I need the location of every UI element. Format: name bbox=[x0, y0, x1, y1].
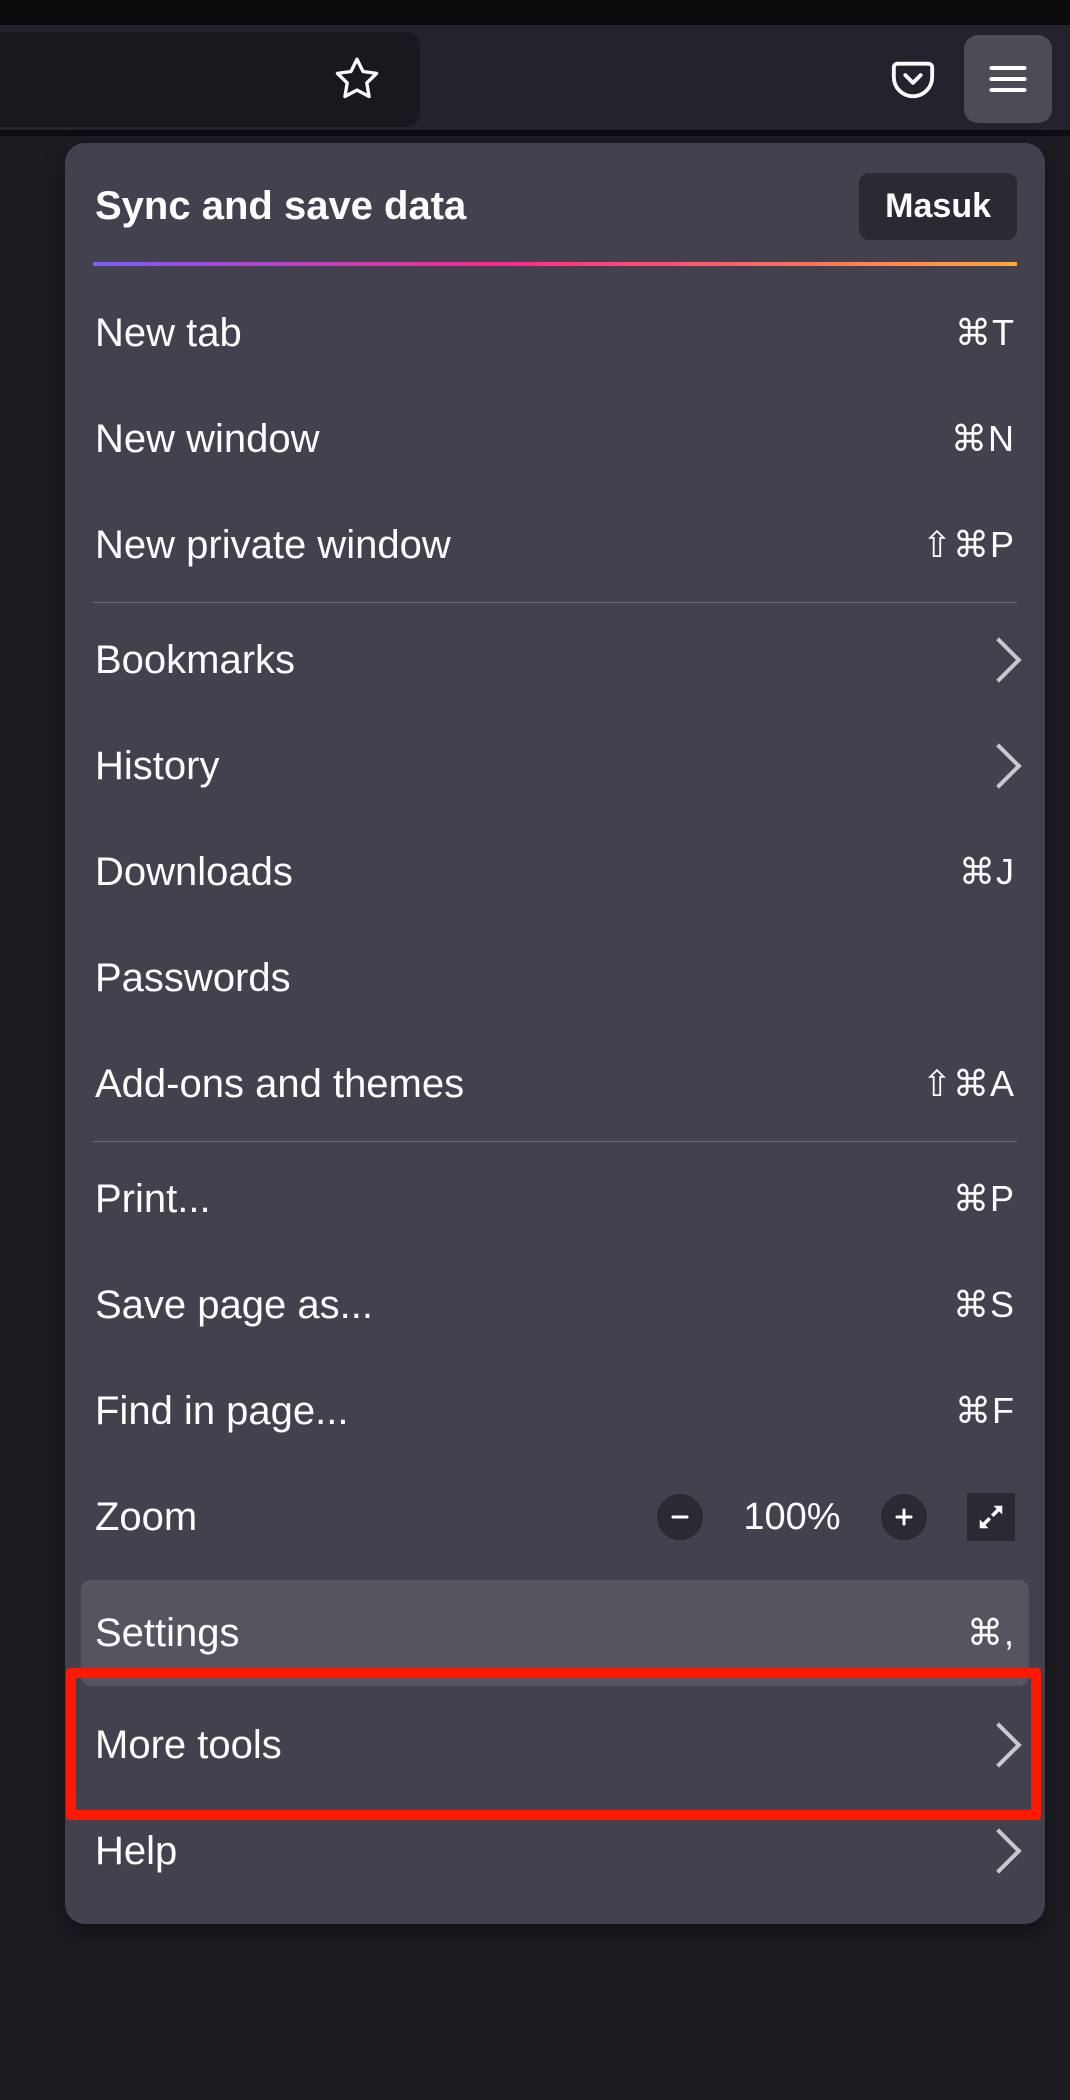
menu-item-new-private-window[interactable]: New private window ⇧⌘P bbox=[65, 492, 1045, 598]
menu-item-label: Passwords bbox=[95, 956, 1015, 1001]
menu-item-label: Add-ons and themes bbox=[95, 1062, 922, 1107]
menu-item-label: Downloads bbox=[95, 850, 959, 895]
menu-item-bookmarks[interactable]: Bookmarks bbox=[65, 607, 1045, 713]
browser-toolbar bbox=[0, 25, 1070, 133]
separator bbox=[93, 602, 1017, 603]
fullscreen-button[interactable] bbox=[967, 1493, 1015, 1541]
sync-title: Sync and save data bbox=[95, 184, 859, 229]
menu-item-label: New tab bbox=[95, 311, 955, 356]
menu-item-label: History bbox=[95, 744, 983, 789]
shortcut-label: ⌘J bbox=[959, 851, 1015, 893]
pocket-icon[interactable] bbox=[888, 54, 938, 104]
menu-item-label: More tools bbox=[95, 1723, 983, 1768]
zoom-out-button[interactable] bbox=[657, 1494, 703, 1540]
menu-item-save-page[interactable]: Save page as... ⌘S bbox=[65, 1252, 1045, 1358]
window-top-strip bbox=[0, 0, 1070, 25]
shortcut-label: ⌘T bbox=[955, 312, 1015, 354]
menu-item-label: Bookmarks bbox=[95, 638, 983, 683]
menu-item-history[interactable]: History bbox=[65, 713, 1045, 819]
sync-row: Sync and save data Masuk bbox=[65, 143, 1045, 262]
menu-item-settings[interactable]: Settings ⌘, bbox=[81, 1580, 1029, 1686]
menu-item-help[interactable]: Help bbox=[65, 1798, 1045, 1904]
login-button[interactable]: Masuk bbox=[859, 173, 1017, 240]
bookmark-star-icon[interactable] bbox=[332, 54, 382, 104]
urlbar-fragment[interactable] bbox=[0, 32, 420, 127]
shortcut-label: ⌘, bbox=[967, 1612, 1015, 1654]
separator bbox=[93, 1141, 1017, 1142]
menu-item-passwords[interactable]: Passwords bbox=[65, 925, 1045, 1031]
shortcut-label: ⇧⌘A bbox=[922, 1063, 1015, 1105]
zoom-label: Zoom bbox=[95, 1495, 657, 1540]
shortcut-label: ⇧⌘P bbox=[922, 524, 1015, 566]
chevron-right-icon bbox=[976, 1828, 1021, 1873]
shortcut-label: ⌘N bbox=[951, 418, 1015, 460]
chevron-right-icon bbox=[976, 743, 1021, 788]
chevron-right-icon bbox=[976, 1722, 1021, 1767]
menu-item-more-tools[interactable]: More tools bbox=[65, 1692, 1045, 1798]
shortcut-label: ⌘S bbox=[953, 1284, 1015, 1326]
hamburger-menu-button[interactable] bbox=[964, 35, 1052, 123]
menu-item-label: Print... bbox=[95, 1177, 953, 1222]
menu-item-downloads[interactable]: Downloads ⌘J bbox=[65, 819, 1045, 925]
menu-item-new-tab[interactable]: New tab ⌘T bbox=[65, 280, 1045, 386]
zoom-in-button[interactable] bbox=[881, 1494, 927, 1540]
zoom-value: 100% bbox=[733, 1496, 851, 1539]
shortcut-label: ⌘P bbox=[953, 1178, 1015, 1220]
chevron-right-icon bbox=[976, 637, 1021, 682]
menu-item-zoom: Zoom 100% bbox=[65, 1464, 1045, 1570]
menu-item-label: Settings bbox=[95, 1611, 967, 1656]
menu-item-new-window[interactable]: New window ⌘N bbox=[65, 386, 1045, 492]
menu-item-label: Find in page... bbox=[95, 1389, 955, 1434]
menu-item-print[interactable]: Print... ⌘P bbox=[65, 1146, 1045, 1252]
shortcut-label: ⌘F bbox=[955, 1390, 1015, 1432]
menu-item-label: Save page as... bbox=[95, 1283, 953, 1328]
menu-item-label: New private window bbox=[95, 523, 922, 568]
menu-item-find-in-page[interactable]: Find in page... ⌘F bbox=[65, 1358, 1045, 1464]
menu-item-addons-themes[interactable]: Add-ons and themes ⇧⌘A bbox=[65, 1031, 1045, 1137]
menu-item-label: New window bbox=[95, 417, 951, 462]
menu-item-label: Help bbox=[95, 1829, 983, 1874]
application-menu-panel: Sync and save data Masuk New tab ⌘T New … bbox=[65, 143, 1045, 1924]
